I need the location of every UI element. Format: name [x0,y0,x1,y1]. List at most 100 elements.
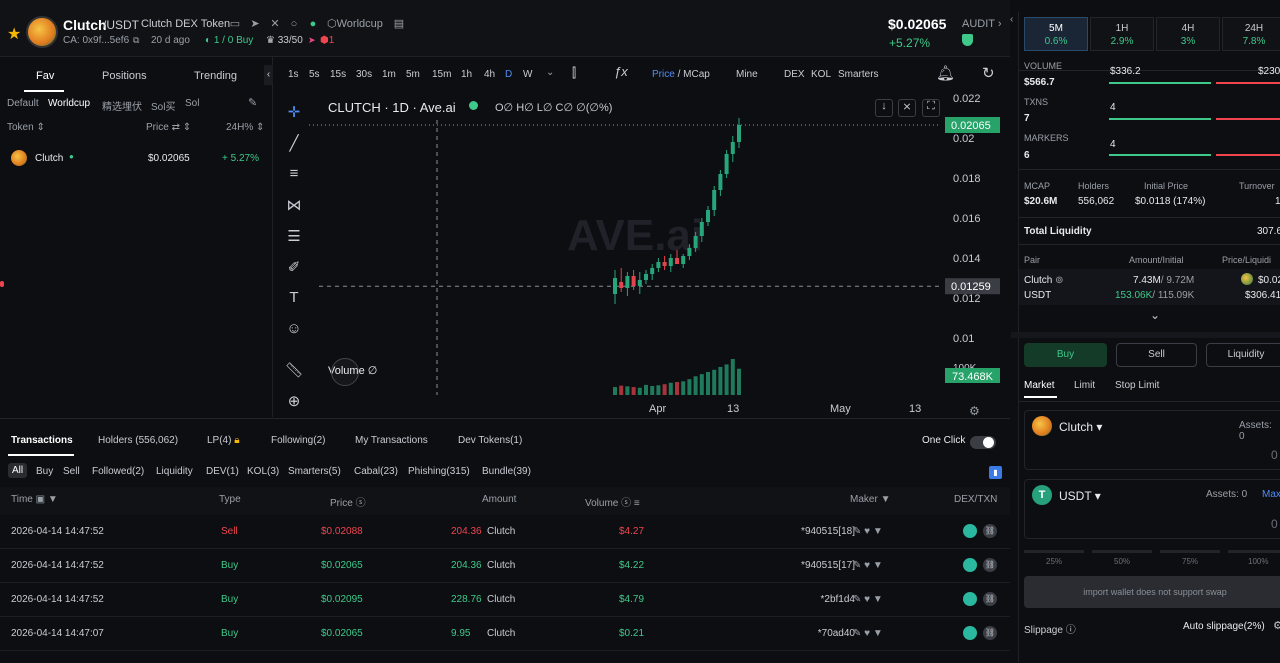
tab-transactions[interactable]: Transactions [11,435,73,446]
contract-address[interactable]: CA: 0x9f...5ef6 [63,35,129,46]
col-time[interactable]: Time ▣ ▼ [11,494,58,505]
txn-link-icon[interactable]: ⛓ [983,558,997,572]
crosshair-tool-icon[interactable]: ✛ [284,103,304,123]
maker-actions-icons[interactable]: ✎ ♥ ▼ [853,628,883,639]
table-row[interactable]: 2026-04-14 14:47:52 Buy $0.02095 228.76 Clut… [0,583,1010,617]
tab-stop-limit[interactable]: Stop Limit [1115,380,1159,391]
timeframe-1m[interactable]: 1m [382,69,396,80]
cell-maker[interactable]: *2bf1d4 [821,594,855,605]
telegram-icon[interactable]: ➤ [248,17,262,31]
txn-link-icon[interactable]: ⛓ [983,626,997,640]
settings-gear-icon[interactable]: ⚙ [969,405,980,417]
tab-trending[interactable]: Trending [194,70,237,82]
pct-75[interactable]: 75% [1182,557,1198,566]
collapse-left-icon[interactable]: ‹ [264,65,273,85]
timeframe-5m[interactable]: 5m [406,69,420,80]
timeframe-30s[interactable]: 30s [356,69,372,80]
tab-limit[interactable]: Limit [1074,380,1095,391]
timeframe-1h[interactable]: 1h [461,69,472,80]
trendline-tool-icon[interactable]: ╱ [284,134,304,154]
edit-icon[interactable]: ✎ [248,96,257,109]
stats-tf-5m[interactable]: 5M 0.6% [1024,17,1088,51]
stats-tf-24h[interactable]: 24H 7.8% [1222,17,1280,51]
subtab-worldcup[interactable]: Worldcup [48,98,90,109]
horizontal-lines-tool-icon[interactable]: ≡ [284,165,304,185]
swap-button-disabled[interactable]: import wallet does not support swap [1024,576,1280,608]
pattern-tool-icon[interactable]: ⋈ [284,196,304,216]
search-icon[interactable]: ○ [287,17,301,31]
pct-25[interactable]: 25% [1046,557,1062,566]
chart-canvas[interactable]: AVE.ai 0.022 0.02 0.018 0.016 0.014 0.012 0.01 0… [309,90,1009,418]
filter-liquidity[interactable]: Liquidity [156,466,193,477]
col-volume[interactable]: Volume ⓢ ≡ [585,494,640,509]
brush-tool-icon[interactable]: ✐ [284,258,304,278]
comment-icon[interactable]: ▤ [392,17,406,31]
timeframe-1s[interactable]: 1s [288,69,299,80]
toolbar-dex[interactable]: DEX [784,69,805,80]
filter-all[interactable]: All [8,463,28,478]
timeframe-15s[interactable]: 15s [330,69,346,80]
maker-actions-icons[interactable]: ✎ ♥ ▼ [853,526,883,537]
filter-cabal23[interactable]: Cabal(23) [354,466,398,477]
toolbar-kol[interactable]: KOL [811,69,831,80]
toolbar-smarters[interactable]: Smarters [838,69,879,80]
toolbar-mine[interactable]: Mine [736,69,758,80]
timeframe-5s[interactable]: 5s [309,69,320,80]
to-amount-input[interactable]: 0 [1271,517,1278,531]
col-maker[interactable]: Maker ▼ [850,494,890,505]
col-price[interactable]: Price ⇄ ⇕ [146,122,191,133]
chevron-down-icon[interactable]: ⌄ [546,67,554,78]
filter-phishing315[interactable]: Phishing(315) [408,466,470,477]
filter-smarters5[interactable]: Smarters(5) [288,466,341,477]
list-item[interactable]: Clutch ● $0.02065 + 5.27% [0,142,272,172]
audit-link[interactable]: AUDIT › [962,18,1002,30]
favorite-star-icon[interactable]: ★ [7,24,21,44]
txn-link-icon[interactable]: ⛓ [983,592,997,606]
x-twitter-icon[interactable]: ✕ [268,17,282,31]
filter-kol3[interactable]: KOL(3) [247,466,279,477]
table-row[interactable]: 2026-04-14 14:47:07 Buy $0.02065 9.95 Clutch… [0,617,1010,651]
chat-icon[interactable]: ▭ [228,17,242,31]
col-24h[interactable]: 24H% ⇕ [226,122,264,133]
auto-slippage[interactable]: Auto slippage(2%) [1183,621,1265,632]
from-amount-input[interactable]: 0 [1271,448,1278,462]
timeframe-W[interactable]: W [523,69,532,80]
fib-tool-icon[interactable]: ☰ [284,227,304,247]
one-click-toggle[interactable] [970,436,996,449]
tab-my-transactions[interactable]: My Transactions [355,435,428,446]
from-token-select[interactable]: Clutch ▾ [1059,420,1102,434]
alert-bell-icon[interactable]: 🔔︎ [936,64,955,82]
subtab-default[interactable]: Default [7,98,39,109]
fullscreen-icon[interactable]: ⛶ [922,99,940,117]
subtab-jingxuan[interactable]: 精选埋伏 [102,98,142,113]
emoji-tool-icon[interactable]: ☺ [284,320,304,340]
text-tool-icon[interactable]: T [284,289,304,309]
price-chart[interactable]: AVE.ai 0.022 0.02 0.018 0.016 0.014 0.012 0.01 0… [309,90,1009,418]
sell-button[interactable]: Sell [1116,343,1197,367]
stats-tf-1h[interactable]: 1H 2.9% [1090,17,1154,51]
refresh-icon[interactable]: ↻ [982,64,995,82]
timeframe-4h[interactable]: 4h [484,69,495,80]
timeframe-15m[interactable]: 15m [432,69,451,80]
pct-50[interactable]: 50% [1114,557,1130,566]
table-row[interactable]: 2026-04-14 14:47:52 Buy $0.02065 204.36 Clut… [0,549,1010,583]
filter-buy[interactable]: Buy [36,466,53,477]
price-mcap-toggle[interactable]: Price / MCap [652,69,710,80]
max-button[interactable]: Max [1262,489,1280,500]
expand-chevron-icon[interactable]: ⌄ [1150,308,1160,322]
tab-holders[interactable]: Holders (556,062) [98,435,178,446]
col-price[interactable]: Price ⓢ [330,494,366,509]
txn-link-icon[interactable]: ⛓ [983,524,997,538]
stats-tf-4h[interactable]: 4H 3% [1156,17,1220,51]
volume-toggle-circle[interactable] [331,358,359,386]
tab-positions[interactable]: Positions [102,70,147,82]
tab-fav[interactable]: Fav [36,70,54,82]
ruler-tool-icon[interactable]: 📏︎ [284,361,304,381]
copy-icon[interactable]: ⧉ [133,35,139,46]
maker-actions-icons[interactable]: ✎ ♥ ▼ [853,594,883,605]
tab-following[interactable]: Following(2) [271,435,325,446]
tab-market[interactable]: Market [1024,380,1055,391]
settings-icon[interactable]: ⚙ [1273,619,1280,632]
timeframe-D[interactable]: D [505,69,512,80]
filter-dev1[interactable]: DEV(1) [206,466,239,477]
